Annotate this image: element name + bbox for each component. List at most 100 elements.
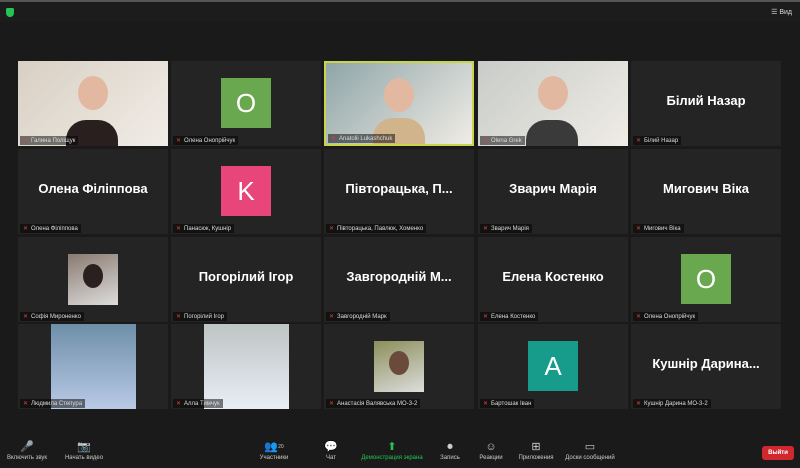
participant-name: Алла Тимчук: [184, 401, 220, 407]
participant-name-large: Мигович Віка: [663, 181, 749, 196]
participant-tile[interactable]: Олена Філіппова ✕ Олена Філіппова: [18, 149, 168, 234]
participants-button[interactable]: 👥20 Участники: [260, 440, 289, 461]
participant-tile[interactable]: Білий Назар ✕ Білий Назар: [631, 61, 781, 146]
participant-video: [51, 324, 136, 409]
toolbar-label: Демонстрация экрана: [361, 455, 423, 461]
participant-name: Завгородній Марк: [337, 314, 387, 320]
participant-tile[interactable]: Погорілий Ігор ✕ Погорілий Ігор: [171, 237, 321, 322]
participant-tile[interactable]: O ✕ Олена Онопрійчук: [171, 61, 321, 146]
participant-name: Елена Костенко: [491, 314, 536, 320]
apps-button[interactable]: ⊞ Приложения: [518, 440, 553, 461]
toolbar-label: Запись: [440, 455, 460, 461]
participant-label: ✕ Зварич Марія: [480, 224, 532, 233]
view-label: Вид: [779, 9, 792, 16]
reactions-button[interactable]: ☺ Реакции: [479, 440, 502, 461]
participant-label: ✕ Алла Тимчук: [173, 399, 223, 408]
toolbar-icon: ⬆: [387, 441, 397, 453]
participant-label: ✕ Мигович Віка: [633, 224, 684, 233]
participant-name: Anatolii Lukashchuk: [339, 136, 393, 142]
toolbar-label: Участники: [259, 455, 289, 461]
participant-name: Людмила Степура: [31, 401, 83, 407]
mic-muted-icon: ✕: [331, 136, 337, 142]
participant-label: ✕ Білий Назар: [633, 136, 682, 145]
participant-video: [374, 341, 424, 392]
share-screen-button[interactable]: ⬆ Демонстрация экрана: [361, 440, 422, 461]
mic-muted-icon: ✕: [329, 226, 335, 232]
avatar-letter: O: [681, 254, 731, 304]
chat-button[interactable]: 💬 Чат: [324, 440, 338, 461]
mic-muted-icon: ✕: [483, 226, 489, 232]
toolbar-icon: 📷: [77, 441, 91, 453]
mic-muted-icon: ✕: [329, 314, 335, 320]
participant-label: ✕ Галина Поліщук: [20, 136, 79, 145]
participant-name-large: Зварич Марія: [509, 181, 597, 196]
participant-tile[interactable]: ✕ Anatolii Lukashchuk: [324, 61, 474, 146]
participant-tile[interactable]: ✕ Анастасія Валявська МО-3-2: [324, 324, 474, 409]
participant-tile[interactable]: ✕ Olena Grek: [478, 61, 628, 146]
whiteboards-button[interactable]: ▭ Доски сообщений: [565, 440, 615, 461]
participant-label: ✕ Бартошак Іван: [480, 399, 535, 408]
participant-label: ✕ Олена Філіппова: [20, 224, 81, 233]
mic-muted-icon: ✕: [176, 226, 182, 232]
participant-name: Мигович Віка: [644, 226, 681, 232]
participant-label: ✕ Софія Мироненко: [20, 312, 84, 321]
participant-tile[interactable]: ✕ Галина Поліщук: [18, 61, 168, 146]
participant-tile[interactable]: Завгородній М... ✕ Завгородній Марк: [324, 237, 474, 322]
participant-video: [204, 324, 289, 409]
mic-muted-icon: ✕: [636, 138, 642, 144]
toolbar-label: Доски сообщений: [565, 455, 615, 461]
mic-muted-icon: ✕: [176, 314, 182, 320]
leave-button[interactable]: Выйти: [762, 446, 794, 460]
participant-video: [18, 61, 168, 146]
toolbar-icon: ☺: [485, 441, 497, 453]
toolbar-label: Включить звук: [6, 455, 48, 461]
record-button[interactable]: ⏺ Запись: [440, 440, 460, 461]
participant-name: Софія Мироненко: [31, 314, 81, 320]
participant-tile[interactable]: Зварич Марія ✕ Зварич Марія: [478, 149, 628, 234]
toolbar-label: Реакции: [479, 455, 503, 461]
toolbar-icon: 👥20: [264, 441, 284, 453]
participant-name-large: Елена Костенко: [502, 269, 604, 284]
participant-tile[interactable]: Елена Костенко ✕ Елена Костенко: [478, 237, 628, 322]
participant-name: Панасюк, Кушнір: [184, 226, 232, 232]
unmute-button[interactable]: 🎤 Включить звук: [7, 440, 47, 461]
participant-name: Зварич Марія: [491, 226, 529, 232]
participant-name: Олена Філіппова: [31, 226, 78, 232]
mic-muted-icon: ✕: [23, 401, 29, 407]
participant-tile[interactable]: ✕ Алла Тимчук: [171, 324, 321, 409]
mic-muted-icon: ✕: [23, 226, 29, 232]
participant-label: ✕ Olena Grek: [480, 136, 525, 145]
participant-label: ✕ Олена Онопрійчук: [633, 312, 699, 321]
shield-icon[interactable]: [6, 8, 14, 17]
participant-tile[interactable]: O ✕ Олена Онопрійчук: [631, 237, 781, 322]
participant-video: [326, 63, 472, 144]
participant-label: ✕ Півторацька, Павлюк, Хоменко: [326, 224, 427, 233]
participant-name: Olena Grek: [491, 138, 522, 144]
participant-tile[interactable]: Півторацька, П... ✕ Півторацька, Павлюк, Х…: [324, 149, 474, 234]
participant-name-large: Завгородній М...: [346, 269, 452, 284]
top-bar: ☰ Вид: [0, 0, 800, 22]
toolbar-label: Начать видео: [64, 455, 104, 461]
start-video-button[interactable]: 📷 Начать видео: [65, 440, 103, 461]
participant-name-large: Кушнір Дарина...: [652, 356, 760, 371]
participant-name: Півторацька, Павлюк, Хоменко: [337, 226, 424, 232]
participant-name-large: Погорілий Ігор: [198, 269, 294, 284]
participant-name: Олена Онопрійчук: [184, 138, 236, 144]
mic-muted-icon: ✕: [176, 401, 182, 407]
participant-name: Білий Назар: [644, 138, 679, 144]
mic-muted-icon: ✕: [636, 401, 642, 407]
mic-muted-icon: ✕: [636, 314, 642, 320]
participant-tile[interactable]: K ✕ Панасюк, Кушнір: [171, 149, 321, 234]
mic-muted-icon: ✕: [23, 138, 29, 144]
participant-label: ✕ Anatolii Lukashchuk: [328, 134, 396, 143]
participant-tile[interactable]: ✕ Софія Мироненко: [18, 237, 168, 322]
participant-tile[interactable]: A ✕ Бартошак Іван: [478, 324, 628, 409]
participant-label: ✕ Елена Костенко: [480, 312, 539, 321]
participant-tile[interactable]: ✕ Людмила Степура: [18, 324, 168, 409]
participant-tile[interactable]: Мигович Віка ✕ Мигович Віка: [631, 149, 781, 234]
participant-label: ✕ Людмила Степура: [20, 399, 86, 408]
view-button[interactable]: ☰ Вид: [771, 8, 792, 16]
participant-video: [68, 254, 118, 305]
toolbar-icon: ▭: [584, 441, 596, 453]
participant-tile[interactable]: Кушнір Дарина... ✕ Кушнір Дарина МО-3-2: [631, 324, 781, 409]
